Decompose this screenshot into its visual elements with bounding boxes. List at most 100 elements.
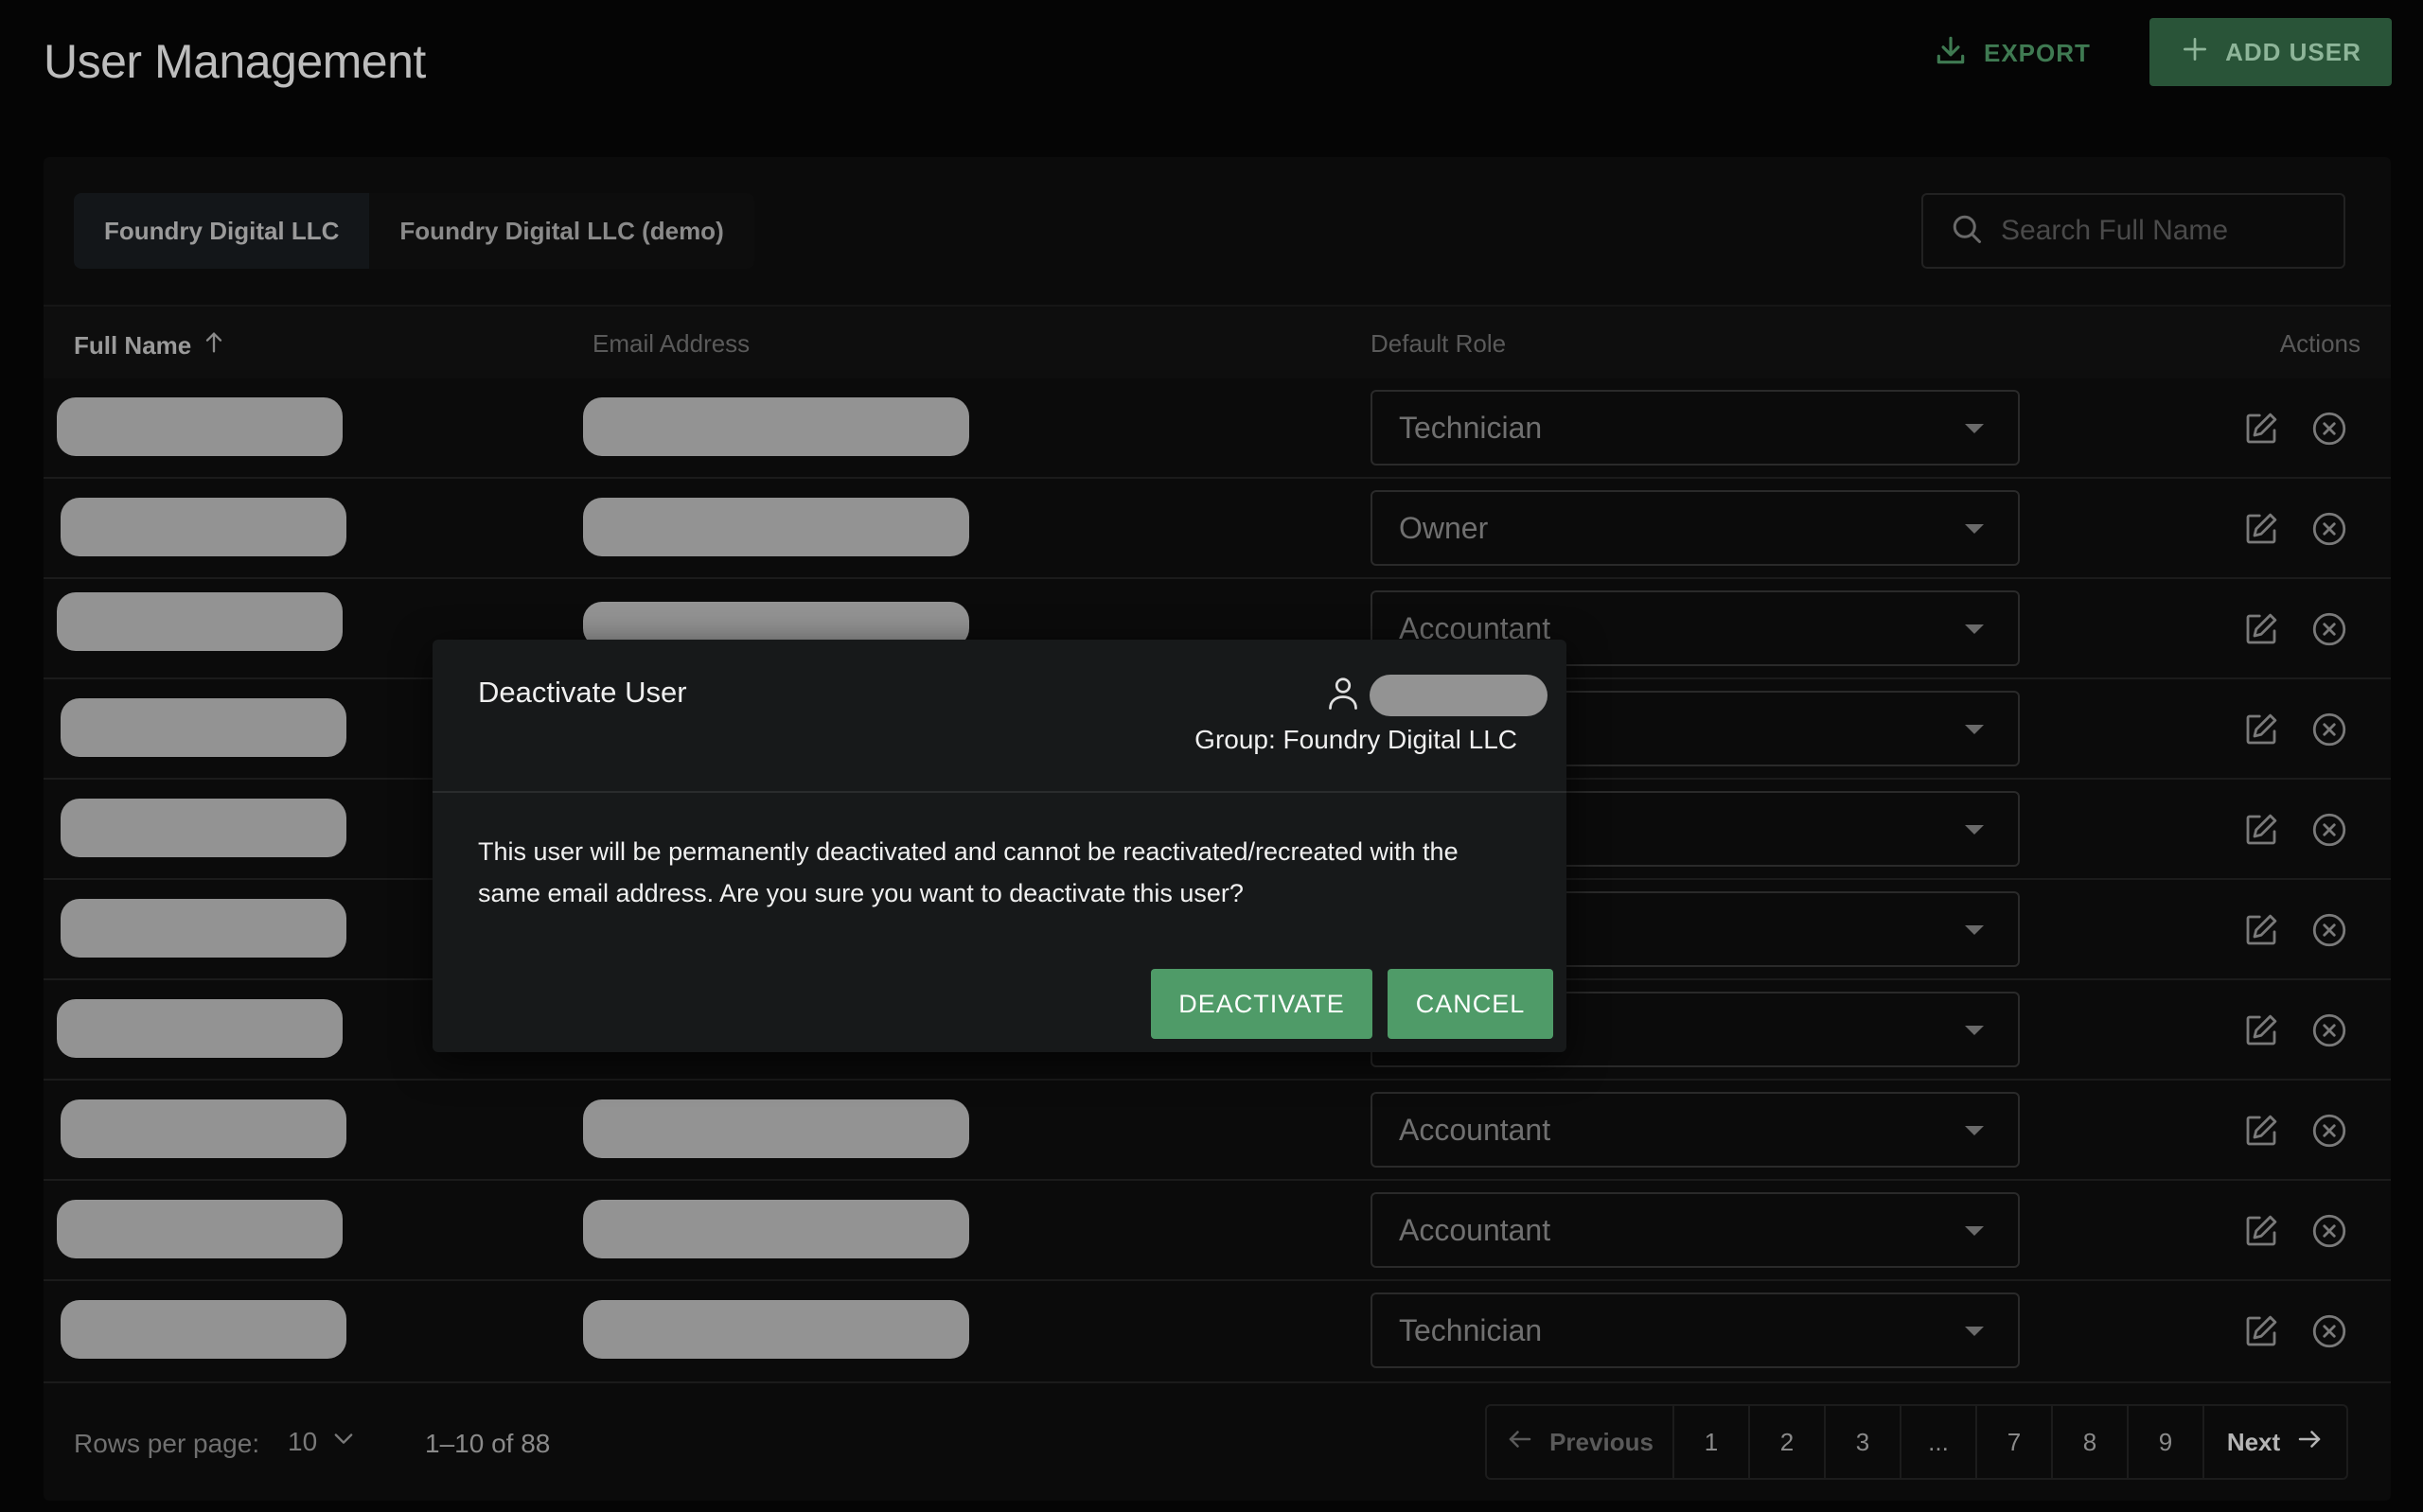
- redacted-name: [61, 1300, 346, 1359]
- edit-icon[interactable]: [2241, 710, 2281, 749]
- edit-icon[interactable]: [2241, 409, 2281, 448]
- sort-ascending-icon: [201, 329, 227, 362]
- table-row: Technician: [44, 378, 2391, 479]
- role-select[interactable]: Technician: [1371, 390, 2020, 466]
- dialog-message: This user will be permanently deactivate…: [478, 837, 1459, 907]
- page-ellipsis: ...: [1901, 1406, 1977, 1478]
- table-header: Full Name Email Address Default Role Act…: [44, 305, 2391, 378]
- column-header-email[interactable]: Email Address: [592, 329, 750, 359]
- dialog-group: Group: Foundry Digital LLC: [1194, 725, 1517, 754]
- redacted-email: [583, 1300, 969, 1359]
- cancel-button[interactable]: CANCEL: [1388, 969, 1553, 1039]
- role-select[interactable]: Technician: [1371, 1292, 2020, 1368]
- deactivate-icon[interactable]: [2309, 409, 2349, 448]
- chevron-down-icon: [330, 1425, 357, 1458]
- page-header: User Management EXPORT ADD USER: [0, 0, 2423, 132]
- role-value: Accountant: [1399, 1212, 1551, 1247]
- dialog-user-info: [1326, 674, 1548, 716]
- deactivate-icon[interactable]: [2309, 509, 2349, 549]
- arrow-right-icon: [2295, 1425, 2324, 1460]
- redacted-name: [61, 899, 346, 958]
- arrow-left-icon: [1506, 1425, 1534, 1460]
- rows-per-page-label: Rows per page:: [74, 1429, 260, 1458]
- redacted-name: [57, 592, 343, 651]
- edit-icon[interactable]: [2241, 810, 2281, 850]
- previous-page-button[interactable]: Previous: [1487, 1406, 1674, 1478]
- page-button-7[interactable]: 7: [1977, 1406, 2053, 1478]
- pagination: Previous 1 2 3 ... 7 8 9 Next: [1485, 1404, 2348, 1480]
- table-footer: Rows per page: 10 1–10 of 88 Previous 1 …: [44, 1381, 2391, 1501]
- redacted-name: [61, 498, 346, 556]
- edit-icon[interactable]: [2241, 1011, 2281, 1050]
- redacted-name: [61, 1099, 346, 1158]
- deactivate-icon[interactable]: [2309, 1111, 2349, 1151]
- deactivate-icon[interactable]: [2309, 1011, 2349, 1050]
- table-row: Accountant: [44, 1181, 2391, 1281]
- rows-per-page-select[interactable]: 10: [288, 1425, 357, 1458]
- group-tabs: Foundry Digital LLC Foundry Digital LLC …: [74, 193, 754, 269]
- caret-down-icon: [1965, 1327, 1984, 1336]
- redacted-name: [57, 1200, 343, 1258]
- add-user-button[interactable]: ADD USER: [2149, 18, 2392, 86]
- search-input[interactable]: [2001, 215, 2323, 247]
- table-row: Owner: [44, 479, 2391, 579]
- edit-icon[interactable]: [2241, 1111, 2281, 1151]
- role-select[interactable]: Owner: [1371, 490, 2020, 566]
- redacted-name: [61, 698, 346, 757]
- deactivate-icon[interactable]: [2309, 710, 2349, 749]
- edit-icon[interactable]: [2241, 1311, 2281, 1351]
- search-icon: [1950, 212, 1984, 251]
- redacted-user-name: [1370, 674, 1548, 716]
- dialog-divider: [433, 791, 1566, 793]
- redacted-email: [583, 1200, 969, 1258]
- next-page-button[interactable]: Next: [2204, 1406, 2346, 1478]
- caret-down-icon: [1965, 1126, 1984, 1135]
- role-select[interactable]: Accountant: [1371, 1192, 2020, 1268]
- page-button-9[interactable]: 9: [2129, 1406, 2204, 1478]
- column-header-role[interactable]: Default Role: [1371, 329, 1506, 359]
- deactivate-icon[interactable]: [2309, 1311, 2349, 1351]
- table-row: Technician: [44, 1281, 2391, 1381]
- tab-foundry-digital[interactable]: Foundry Digital LLC: [74, 193, 370, 269]
- caret-down-icon: [1965, 825, 1984, 835]
- page-button-3[interactable]: 3: [1826, 1406, 1901, 1478]
- edit-icon[interactable]: [2241, 509, 2281, 549]
- table-row: Accountant: [44, 1081, 2391, 1181]
- page-button-8[interactable]: 8: [2053, 1406, 2129, 1478]
- pagination-range: 1–10 of 88: [425, 1429, 551, 1458]
- caret-down-icon: [1965, 1026, 1984, 1035]
- add-user-label: ADD USER: [2225, 37, 2361, 66]
- page-title: User Management: [44, 35, 426, 88]
- next-label: Next: [2226, 1427, 2281, 1456]
- deactivate-icon[interactable]: [2309, 609, 2349, 649]
- page-button-2[interactable]: 2: [1750, 1406, 1826, 1478]
- page-button-1[interactable]: 1: [1674, 1406, 1750, 1478]
- column-header-full-name-label: Full Name: [74, 331, 192, 360]
- deactivate-icon[interactable]: [2309, 910, 2349, 950]
- edit-icon[interactable]: [2241, 1211, 2281, 1251]
- deactivate-icon[interactable]: [2309, 1211, 2349, 1251]
- role-value: Owner: [1399, 510, 1489, 545]
- edit-icon[interactable]: [2241, 609, 2281, 649]
- deactivate-button[interactable]: DEACTIVATE: [1151, 969, 1372, 1039]
- previous-label: Previous: [1549, 1427, 1654, 1456]
- export-label: EXPORT: [1984, 38, 2091, 67]
- redacted-name: [57, 999, 343, 1058]
- caret-down-icon: [1965, 1226, 1984, 1236]
- export-button[interactable]: EXPORT: [1921, 19, 2111, 87]
- redacted-email: [583, 498, 969, 556]
- deactivate-icon[interactable]: [2309, 810, 2349, 850]
- dialog-title: Deactivate User: [478, 676, 687, 709]
- role-select[interactable]: Accountant: [1371, 1092, 2020, 1168]
- caret-down-icon: [1965, 925, 1984, 935]
- column-header-full-name[interactable]: Full Name: [74, 329, 227, 362]
- edit-icon[interactable]: [2241, 910, 2281, 950]
- tab-foundry-digital-demo[interactable]: Foundry Digital LLC (demo): [369, 193, 753, 269]
- redacted-name: [61, 799, 346, 857]
- download-icon: [1933, 32, 1969, 75]
- redacted-name: [57, 397, 343, 456]
- plus-icon: [2180, 34, 2210, 71]
- user-icon: [1326, 674, 1360, 716]
- role-value: Technician: [1399, 1312, 1543, 1347]
- search-box: [1921, 193, 2345, 269]
